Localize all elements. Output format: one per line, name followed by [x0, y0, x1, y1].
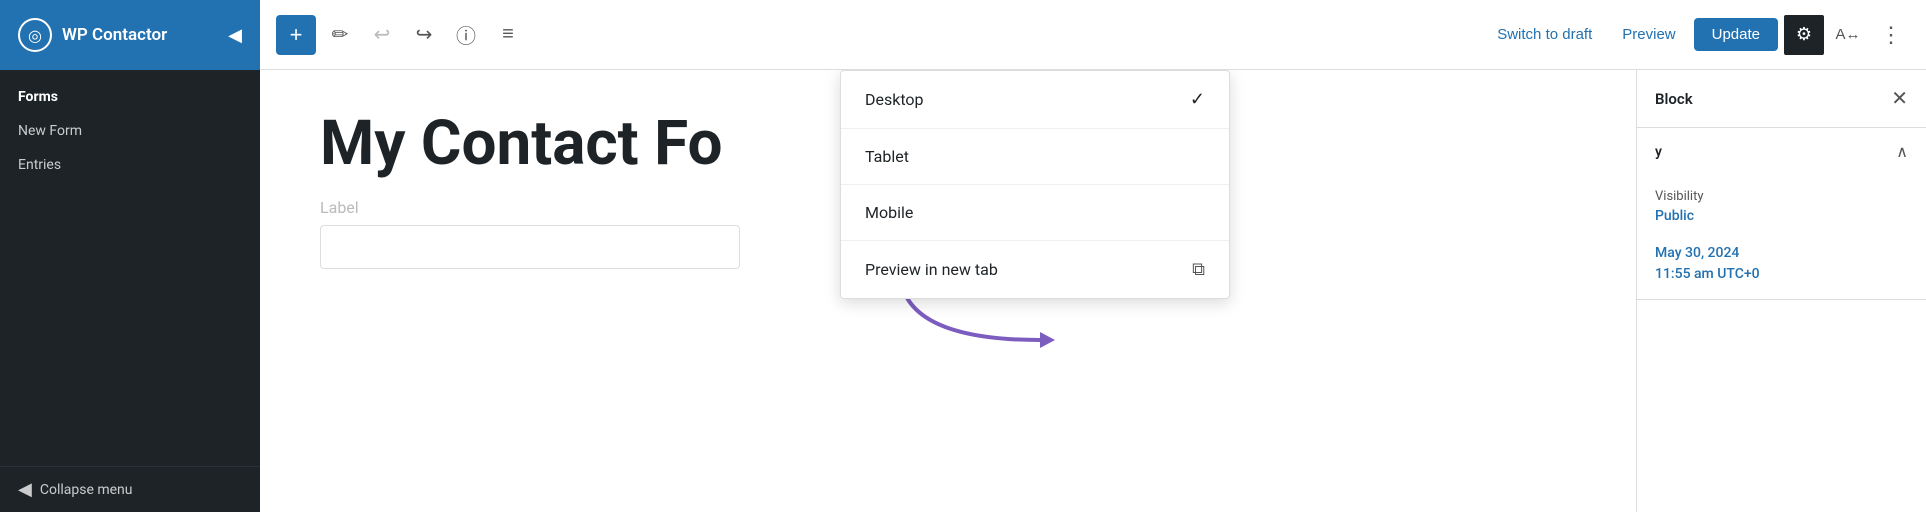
translate-icon: A↔ — [1835, 26, 1860, 43]
collapse-icon: ◀ — [18, 479, 32, 500]
dropdown-item-preview-new-tab[interactable]: Preview in new tab ⧉ — [841, 241, 1229, 298]
info-icon: ⓘ — [456, 20, 476, 49]
visibility-value[interactable]: Public — [1655, 208, 1908, 224]
panel-section-header[interactable]: y ∧ — [1637, 128, 1926, 175]
pencil-icon: ✏ — [332, 22, 349, 47]
field-input-mock[interactable] — [320, 225, 740, 269]
undo-button[interactable]: ↩ — [364, 17, 400, 53]
settings-button[interactable]: ⚙ — [1784, 15, 1824, 55]
undo-icon: ↩ — [374, 22, 391, 47]
checkmark-icon: ✓ — [1190, 89, 1205, 110]
toolbar: + ✏ ↩ ↪ ⓘ ≡ Switch to draft Preview Upda… — [260, 0, 1926, 70]
external-link-icon: ⧉ — [1192, 259, 1205, 280]
visibility-label: Visibility — [1655, 189, 1908, 204]
right-panel: Block ✕ y ∧ Visibility Public May 30, 20… — [1636, 70, 1926, 512]
sidebar-brand[interactable]: ◎ WP Contactor ◀ — [0, 0, 260, 70]
sidebar-item-forms[interactable]: Forms — [0, 80, 260, 114]
dropdown-item-tablet[interactable]: Tablet — [841, 129, 1229, 185]
plus-icon: + — [290, 22, 303, 48]
hamburger-button[interactable]: ≡ — [490, 17, 526, 53]
right-panel-header: Block ✕ — [1637, 70, 1926, 128]
sidebar-brand-label: WP Contactor — [62, 25, 167, 45]
more-options-button[interactable]: ⋮ — [1872, 18, 1910, 52]
update-button[interactable]: Update — [1694, 18, 1778, 51]
info-button[interactable]: ⓘ — [448, 17, 484, 53]
panel-section: y ∧ Visibility Public May 30, 2024 11:55… — [1637, 128, 1926, 300]
close-panel-button[interactable]: ✕ — [1891, 86, 1908, 111]
content-area: My Contact Fo Label Desktop ✓ Tablet Mob… — [260, 70, 1926, 512]
right-panel-title: Block — [1655, 90, 1693, 108]
publish-date-value[interactable]: May 30, 2024 11:55 am UTC+0 — [1655, 243, 1908, 285]
sidebar-collapse-label: Collapse menu — [40, 482, 133, 498]
redo-icon: ↪ — [416, 22, 433, 47]
sidebar-item-entries[interactable]: Entries — [0, 148, 260, 182]
chevron-up-icon: ∧ — [1896, 142, 1908, 161]
sidebar-chevron-icon: ◀ — [228, 25, 242, 46]
more-icon: ⋮ — [1880, 22, 1902, 47]
sidebar-collapse-button[interactable]: ◀ Collapse menu — [0, 466, 260, 512]
add-block-button[interactable]: + — [276, 15, 316, 55]
sidebar-item-new-form[interactable]: New Form — [0, 114, 260, 148]
preview-button[interactable]: Preview — [1610, 20, 1687, 49]
sidebar-menu: Forms New Form Entries — [0, 70, 260, 466]
preview-dropdown: Desktop ✓ Tablet Mobile Preview in new t… — [840, 70, 1230, 299]
main-area: + ✏ ↩ ↪ ⓘ ≡ Switch to draft Preview Upda… — [260, 0, 1926, 512]
dropdown-item-mobile[interactable]: Mobile — [841, 185, 1229, 241]
switch-to-draft-button[interactable]: Switch to draft — [1485, 20, 1604, 49]
redo-button[interactable]: ↪ — [406, 17, 442, 53]
hamburger-icon: ≡ — [502, 23, 514, 46]
panel-section-body: Visibility Public May 30, 2024 11:55 am … — [1637, 175, 1926, 299]
translate-button[interactable]: A↔ — [1830, 17, 1866, 53]
pencil-button[interactable]: ✏ — [322, 17, 358, 53]
wp-logo-icon: ◎ — [18, 18, 52, 52]
gear-icon: ⚙ — [1796, 24, 1812, 45]
dropdown-item-desktop[interactable]: Desktop ✓ — [841, 71, 1229, 129]
panel-section-label: y — [1655, 144, 1662, 160]
sidebar: ◎ WP Contactor ◀ Forms New Form Entries … — [0, 0, 260, 512]
